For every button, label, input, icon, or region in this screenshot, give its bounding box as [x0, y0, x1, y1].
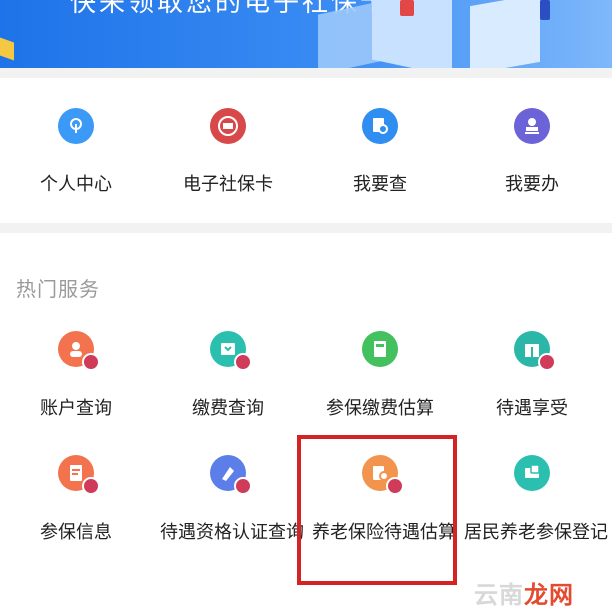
account-icon: [58, 331, 100, 371]
top-banner[interactable]: 快来领取您的电子社保卡: [0, 0, 612, 68]
service-label: 待遇资格认证查询: [160, 522, 304, 543]
gift-icon: [514, 331, 556, 371]
section-title: 热门服务: [16, 277, 100, 301]
quick-action-label: 我要查: [353, 174, 407, 195]
service-label: 参保缴费估算: [326, 398, 434, 419]
calculator-icon: [362, 331, 398, 367]
banner-decoration: [0, 37, 14, 61]
quick-action-label: 电子社保卡: [183, 174, 273, 195]
quick-action-label: 个人中心: [40, 174, 112, 195]
certify-icon: [210, 455, 252, 495]
service-label: 参保信息: [40, 522, 112, 543]
quick-actions-card: 个人中心 电子社保卡 我要查 我要办: [0, 78, 612, 223]
banner-figure: [540, 0, 550, 20]
badge-icon: [538, 353, 556, 371]
watermark-part2: 龙网: [524, 581, 574, 609]
stamp-icon: [514, 108, 550, 144]
watermark-part1: 云南: [474, 581, 524, 609]
touch-icon: [58, 108, 94, 144]
highlight-box: [297, 435, 457, 585]
service-label: 居民养老参保登记: [464, 522, 608, 543]
banner-decoration: [470, 0, 540, 68]
service-label: 账户查询: [40, 398, 112, 419]
info-doc-icon: [58, 455, 100, 495]
quick-action-label: 我要办: [505, 174, 559, 195]
badge-icon: [234, 353, 252, 371]
register-icon: [514, 455, 550, 491]
banner-figure: [400, 0, 414, 16]
watermark: 云南龙网: [474, 575, 574, 610]
search-doc-icon: [362, 108, 398, 144]
badge-icon: [82, 477, 100, 495]
badge-icon: [82, 353, 100, 371]
payment-icon: [210, 331, 252, 371]
service-label: 缴费查询: [192, 398, 264, 419]
service-label: 待遇享受: [496, 398, 568, 419]
badge-icon: [234, 477, 252, 495]
social-card-icon: [210, 108, 246, 144]
